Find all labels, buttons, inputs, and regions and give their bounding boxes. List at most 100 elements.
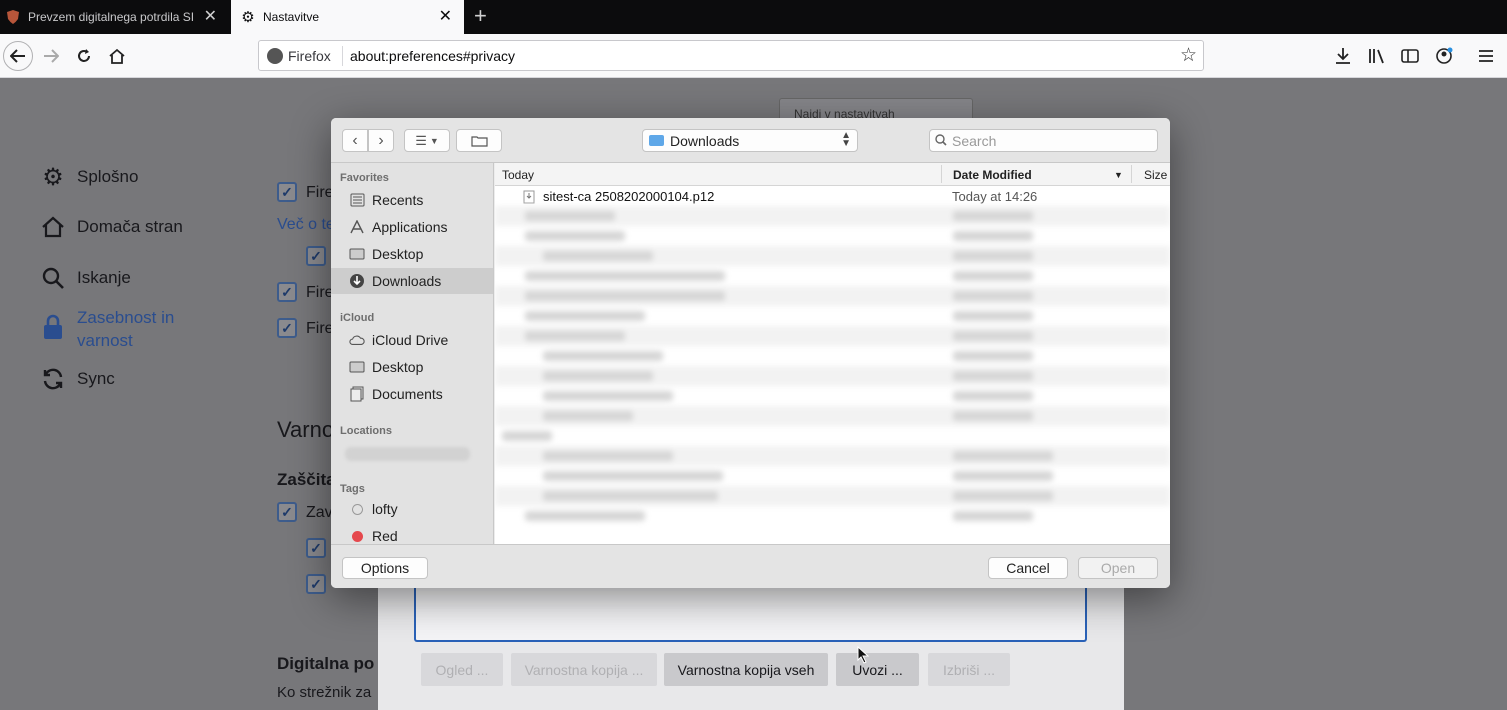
sidebar-item-iskanje[interactable]: Iskanje [40, 265, 131, 291]
library-button[interactable] [1364, 43, 1390, 69]
option-text: Zav [306, 504, 333, 521]
checkbox[interactable]: ✓ [277, 282, 297, 302]
column-headers: Today Date Modified ▼ Size [495, 163, 1170, 186]
identity-box[interactable]: Firefox [267, 48, 331, 64]
sidebar-toggle-button[interactable] [1397, 43, 1423, 69]
lock-icon [40, 314, 66, 340]
forward-button[interactable]: › [368, 129, 394, 152]
back-button[interactable] [3, 41, 33, 71]
home-icon [109, 48, 125, 64]
sidebar-item-label: Applications [372, 219, 448, 235]
reload-button[interactable] [71, 43, 97, 69]
backup-button[interactable]: Varnostna kopija ... [511, 653, 657, 686]
options-button[interactable]: Options [342, 557, 428, 579]
checkbox[interactable]: ✓ [306, 538, 326, 558]
url-text[interactable]: about:preferences#privacy [350, 48, 515, 64]
reload-icon [78, 49, 90, 62]
file-open-dialog: ‹ › ☰ ▼ Downloads ▲ ▼ Search Favorites Re… [331, 118, 1170, 588]
desktop-icon [349, 360, 365, 374]
sidebar-item-recents[interactable]: Recents [331, 187, 493, 213]
sidebar-item-applications[interactable]: Applications [331, 214, 493, 240]
sidebar-item-downloads[interactable]: Downloads [331, 268, 493, 294]
bookmark-star-icon[interactable]: ☆ [1180, 44, 1197, 67]
sidebar-icon [1401, 49, 1419, 63]
search-icon [935, 133, 947, 149]
tag-dot-icon [349, 529, 365, 543]
desktop-icon [349, 247, 365, 261]
gear-icon: ⚙ [42, 163, 64, 191]
sidebar-item-icloud-desktop[interactable]: Desktop [331, 354, 493, 380]
sidebar-item-splosno[interactable]: ⚙ Splošno [40, 163, 138, 191]
account-button[interactable] [1431, 43, 1457, 69]
import-button[interactable]: Uvozi ... [836, 653, 919, 686]
certificate-manager-window: Ogled ... Varnostna kopija ... Varnostna… [378, 578, 1124, 710]
sidebar-item-label: Domača stran [77, 217, 183, 236]
url-separator [342, 46, 343, 66]
open-button[interactable]: Open [1078, 557, 1158, 579]
checkbox[interactable]: ✓ [277, 182, 297, 202]
sidebar-item-label: Red [372, 528, 398, 544]
column-header-date[interactable]: Date Modified [953, 168, 1032, 182]
column-header-size[interactable]: Size [1144, 168, 1167, 182]
learn-more-link[interactable]: Več o te [277, 216, 335, 234]
applications-icon [349, 220, 365, 234]
chevron-down-icon: ▼ [429, 135, 439, 146]
dialog-search-field[interactable]: Search [929, 129, 1158, 152]
sidebar-item-desktop[interactable]: Desktop [331, 241, 493, 267]
menu-button[interactable] [1473, 43, 1499, 69]
sidebar-item-documents[interactable]: Documents [331, 381, 493, 407]
tab-close-icon[interactable]: ✕ [204, 9, 217, 25]
sort-chevron-icon: ▼ [1114, 170, 1123, 180]
sidebar-item-label: Documents [372, 386, 443, 402]
location-label: Downloads [670, 132, 740, 149]
blurred-file-rows [495, 206, 1170, 544]
file-row[interactable]: sitest-ca 2508202000104.p12 Today at 14:… [495, 186, 1170, 206]
tags-header: Tags [340, 483, 365, 495]
arrow-left-icon [10, 49, 25, 63]
blurred-location-item[interactable] [345, 447, 470, 461]
new-folder-button[interactable] [456, 129, 502, 152]
column-divider [1131, 165, 1132, 183]
backup-all-button[interactable]: Varnostna kopija vseh [664, 653, 828, 686]
column-header-name[interactable]: Today [502, 168, 534, 182]
cancel-button[interactable]: Cancel [988, 557, 1068, 579]
subheading-digitalna-potrdila: Digitalna po [277, 654, 375, 673]
tab-nastavitve[interactable]: ⚙ Nastavitve ✕ [231, 0, 464, 34]
option-text: Fire [306, 284, 334, 301]
checkbox[interactable]: ✓ [306, 574, 326, 594]
downloads-button[interactable] [1330, 43, 1356, 69]
checkbox[interactable]: ✓ [277, 318, 297, 338]
tab-prevzem[interactable]: Prevzem digitalnega potrdila SI ✕ [0, 0, 229, 34]
documents-icon [349, 386, 365, 402]
sidebar-item-zasebnost[interactable]: Zasebnost in varnost [40, 306, 197, 352]
download-icon [1336, 48, 1350, 64]
home-button[interactable] [104, 43, 130, 69]
sidebar-item-sync[interactable]: Sync [40, 366, 115, 392]
recents-icon [349, 193, 365, 207]
file-name-cell: sitest-ca 2508202000104.p12 [523, 189, 714, 204]
list-view-icon: ☰ [415, 132, 427, 148]
gear-icon: ⚙ [241, 9, 255, 26]
sidebar-item-domaca-stran[interactable]: Domača stran [40, 214, 183, 240]
sidebar-item-tag-lofty[interactable]: lofty [331, 496, 493, 522]
nav-bar: Firefox about:preferences#privacy ☆ [0, 34, 1507, 78]
delete-button[interactable]: Izbriši ... [928, 653, 1010, 686]
arrow-right-icon [44, 49, 59, 63]
new-folder-icon [470, 135, 488, 147]
forward-button[interactable] [38, 43, 64, 69]
section-heading-varnost: Varno [277, 417, 335, 442]
checkbox[interactable]: ✓ [277, 502, 297, 522]
location-popup[interactable]: Downloads ▲ ▼ [642, 129, 858, 152]
back-button[interactable]: ‹ [342, 129, 368, 152]
updown-chevron-icon: ▲ ▼ [841, 130, 851, 149]
view-mode-button[interactable]: ☰ ▼ [404, 129, 450, 152]
downloads-icon [349, 274, 365, 288]
subheading-zascita: Zaščita [277, 470, 336, 489]
file-list: Today Date Modified ▼ Size sitest-ca 250… [495, 163, 1170, 544]
url-bar[interactable]: Firefox about:preferences#privacy ☆ [258, 40, 1204, 71]
new-tab-button[interactable]: + [474, 4, 487, 28]
view-button[interactable]: Ogled ... [421, 653, 503, 686]
sidebar-item-icloud-drive[interactable]: iCloud Drive [331, 327, 493, 353]
checkbox[interactable]: ✓ [306, 246, 326, 266]
tab-close-icon[interactable]: ✕ [439, 9, 452, 25]
